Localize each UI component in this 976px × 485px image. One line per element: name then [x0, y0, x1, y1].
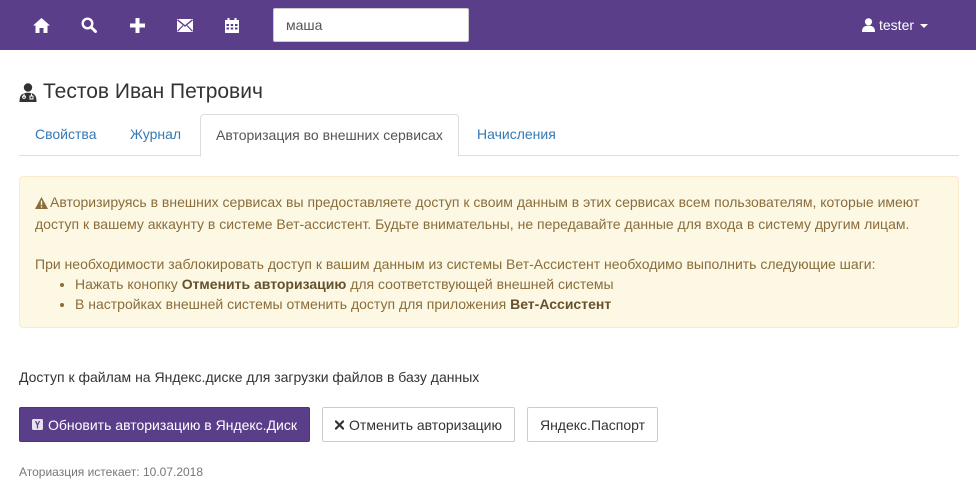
tab-properties[interactable]: Свойства [20, 114, 111, 156]
alert-text-1: Авторизируясь в внешних сервисах вы пред… [35, 194, 920, 232]
caret-down-icon [920, 24, 929, 28]
warning-icon [35, 194, 48, 214]
search-icon[interactable] [79, 15, 99, 35]
close-icon [335, 419, 345, 430]
tab-charges[interactable]: Начисления [462, 114, 571, 156]
step-bold: Отменить авторизацию [181, 276, 347, 292]
tab-journal[interactable]: Журнал [115, 114, 196, 156]
tab-external-auth[interactable]: Авторизация во внешних сервисах [200, 114, 459, 157]
search-input[interactable] [273, 8, 469, 42]
page-title: Тестов Иван Петрович [19, 79, 263, 105]
user-md-icon [19, 82, 37, 102]
step-bold: Вет-Ассистент [510, 296, 612, 312]
yandex-icon [32, 419, 43, 430]
cancel-auth-button[interactable]: Отменить авторизацию [322, 407, 515, 442]
user-name: tester [879, 17, 915, 33]
top-navbar: tester [0, 0, 976, 50]
list-item: В настройках внешней системы отменить до… [75, 294, 943, 314]
envelope-icon[interactable] [175, 15, 195, 35]
warning-alert: Авторизируясь в внешних сервисах вы пред… [19, 176, 959, 328]
user-menu-dropdown[interactable]: tester [862, 15, 929, 35]
plus-icon[interactable] [127, 15, 147, 35]
tab-bar: Свойства Журнал Авторизация во внешних с… [19, 114, 959, 157]
yandex-passport-button[interactable]: Яндекс.Паспорт [527, 407, 658, 442]
calendar-icon[interactable] [222, 15, 242, 35]
alert-paragraph-2: При необходимости заблокировать доступ к… [35, 256, 876, 272]
home-icon[interactable] [31, 15, 51, 35]
user-icon [862, 18, 875, 32]
alert-paragraph-1: Авторизируясь в внешних сервисах вы пред… [35, 192, 943, 234]
auth-expiry-text: Аториазция истекает: 10.07.2018 [19, 465, 204, 479]
list-item: Нажать конопку Отменить авторизацию для … [75, 274, 943, 294]
patient-name: Тестов Иван Петрович [43, 80, 263, 103]
refresh-yandex-auth-button[interactable]: Обновить авторизацию в Яндекс.Диск [19, 407, 310, 442]
alert-steps-list: Нажать конопку Отменить авторизацию для … [35, 274, 943, 314]
yandex-disk-description: Доступ к файлам на Яндекс.диске для загр… [19, 369, 480, 385]
